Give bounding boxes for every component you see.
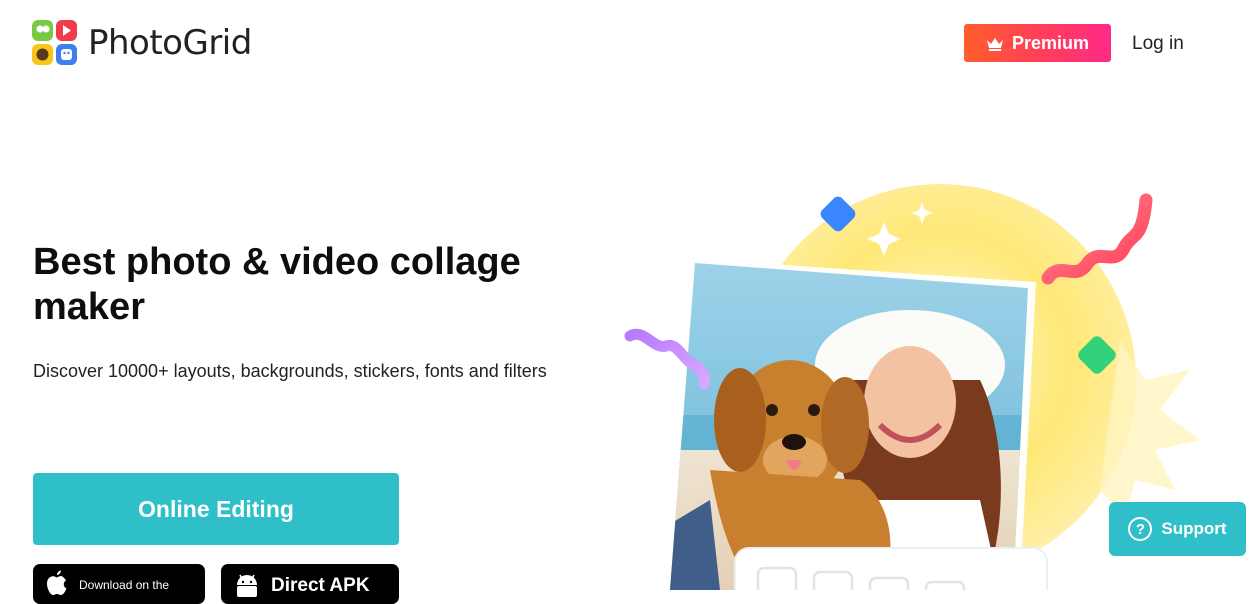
hero-title: Best photo & video collage maker [33,241,521,328]
crown-icon [986,37,1003,51]
app-store-button[interactable]: Download on the [33,564,205,604]
direct-apk-label: Direct APK [271,575,370,596]
android-icon [237,574,257,597]
support-label: Support [1161,519,1227,538]
login-link[interactable]: Log in [1132,33,1184,55]
logo[interactable]: PhotoGrid [32,20,252,65]
hero-description: Discover 10000+ layouts, backgrounds, st… [33,361,547,381]
photo-card [660,258,1036,590]
premium-button[interactable]: Premium [964,24,1111,62]
online-editing-button[interactable]: Online Editing [33,473,399,545]
help-circle-icon: ? [1128,517,1153,541]
photogrid-logo-icon [32,20,77,65]
premium-label: Premium [1011,32,1090,53]
support-button[interactable]: ? Support [1109,502,1246,556]
site-header: PhotoGrid Premium Log in [0,0,1260,88]
logo-text: PhotoGrid [88,22,252,63]
layout-toolbar [734,547,1048,590]
apple-icon [47,570,67,595]
direct-apk-button[interactable]: Direct APK [221,564,399,604]
